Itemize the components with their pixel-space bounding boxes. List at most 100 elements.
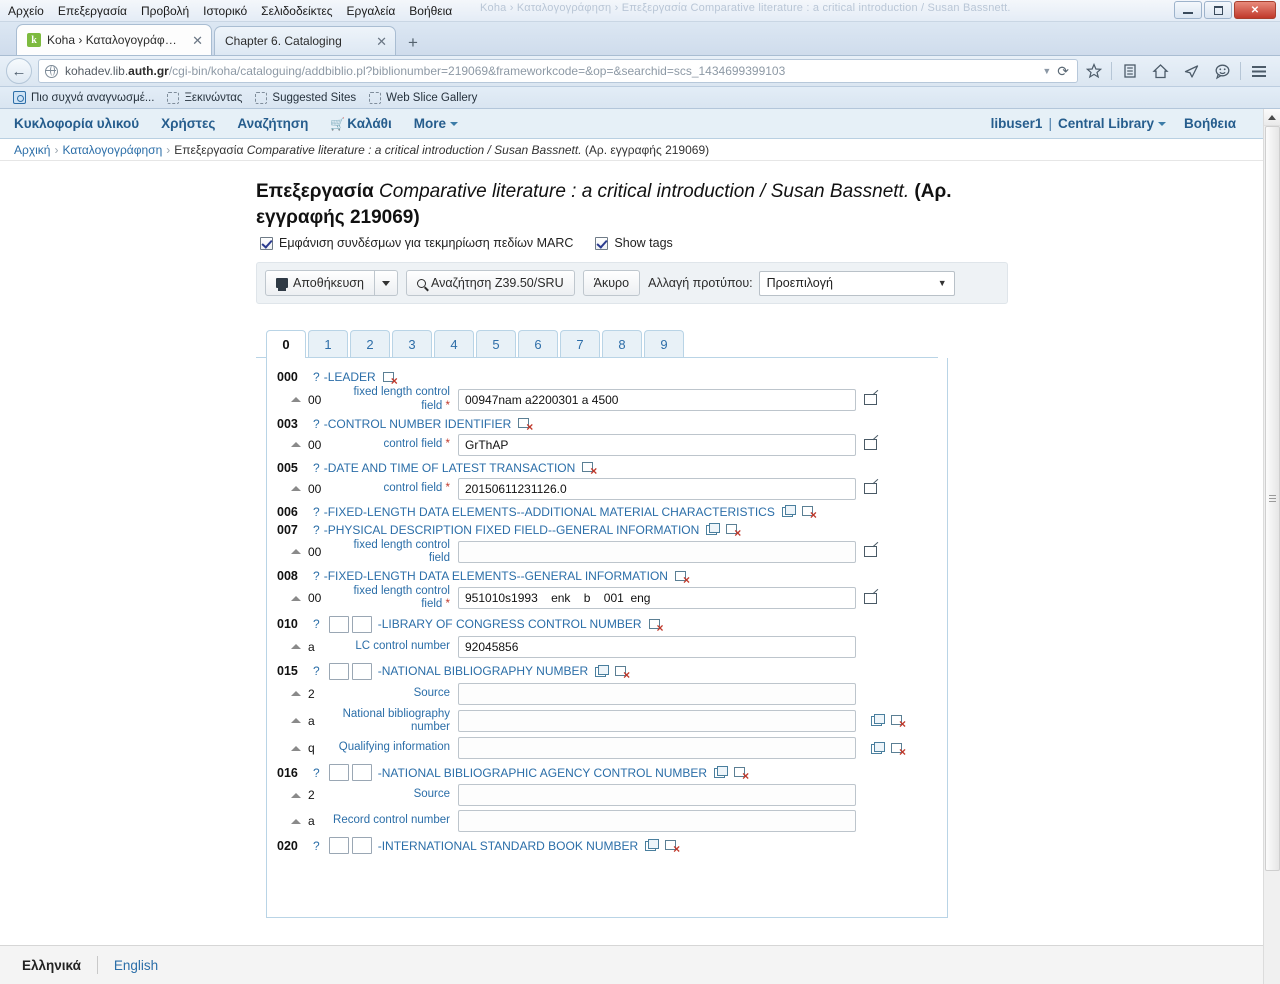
marc-tab-2[interactable]: 2 — [350, 330, 390, 358]
edit-fixed-field-icon[interactable] — [864, 592, 877, 604]
close-icon[interactable]: ✕ — [192, 34, 203, 47]
delete-subfield-icon[interactable] — [891, 742, 906, 758]
marc-help-link[interactable]: ? — [313, 766, 320, 780]
marc-indicator-input[interactable] — [328, 837, 349, 855]
marc-subfield-input[interactable]: 00947nam a2200301 a 4500 — [458, 388, 856, 411]
marc-tab-8[interactable]: 8 — [602, 330, 642, 358]
chevron-down-icon[interactable]: ▼ — [1036, 66, 1057, 76]
bookmark-web-slice-gallery[interactable]: Web Slice Gallery — [364, 91, 482, 105]
marc-tag-description[interactable]: FIXED-LENGTH DATA ELEMENTS--GENERAL INFO… — [328, 569, 668, 583]
nav-search[interactable]: Αναζήτηση — [237, 116, 308, 131]
menu-icon[interactable] — [1243, 58, 1274, 84]
save-button[interactable]: Αποθήκευση — [265, 270, 375, 297]
marc-subfield-input[interactable] — [458, 540, 856, 563]
collapse-triangle-icon[interactable] — [291, 691, 301, 697]
clone-field-icon[interactable] — [645, 839, 660, 852]
collapse-triangle-icon[interactable] — [291, 745, 301, 751]
minimize-button[interactable] — [1174, 1, 1202, 19]
browser-tab-koha[interactable]: k Koha › Καταλογογράφηση ... ✕ — [16, 24, 212, 55]
marc-tag-description[interactable]: CONTROL NUMBER IDENTIFIER — [328, 417, 512, 431]
menu-file[interactable]: Αρχείο — [8, 4, 44, 18]
nav-circulation[interactable]: Κυκλοφορία υλικού — [14, 116, 139, 131]
collapse-triangle-icon[interactable] — [291, 718, 301, 724]
marc-tag-description[interactable]: NATIONAL BIBLIOGRAPHY NUMBER — [382, 664, 589, 678]
marc-subfield-input[interactable]: 20150611231126.0 — [458, 477, 856, 500]
collapse-triangle-icon[interactable] — [291, 792, 301, 798]
marc-subfield-input[interactable] — [458, 682, 856, 705]
marc-help-link[interactable]: ? — [313, 505, 320, 519]
edit-fixed-field-icon[interactable] — [864, 483, 877, 495]
clone-subfield-icon[interactable] — [871, 714, 885, 727]
z3950-search-button[interactable]: Αναζήτηση Z39.50/SRU — [405, 270, 575, 297]
breadcrumb-home[interactable]: Αρχική — [14, 143, 50, 157]
menu-history[interactable]: Ιστορικό — [203, 4, 247, 18]
nav-library[interactable]: Central Library — [1058, 116, 1166, 131]
menu-tools[interactable]: Εργαλεία — [347, 4, 396, 18]
collapse-triangle-icon[interactable] — [291, 818, 301, 824]
edit-fixed-field-icon[interactable] — [864, 546, 877, 558]
nav-patrons[interactable]: Χρήστες — [161, 116, 215, 131]
reader-icon[interactable] — [1114, 58, 1145, 84]
window-controls[interactable]: ✕ — [1174, 1, 1276, 19]
home-icon[interactable] — [1145, 58, 1176, 84]
marc-help-link[interactable]: ? — [313, 617, 320, 631]
collapse-triangle-icon[interactable] — [291, 397, 301, 402]
star-icon[interactable] — [1078, 58, 1109, 84]
bookmark-most-visited[interactable]: Πιο συχνά αναγνωσμέ... — [8, 90, 159, 105]
nav-help[interactable]: Βοήθεια — [1184, 116, 1236, 131]
close-icon[interactable]: ✕ — [376, 35, 387, 48]
marc-tab-0[interactable]: 0 — [266, 330, 306, 359]
menu-help[interactable]: Βοήθεια — [409, 4, 452, 18]
maximize-button[interactable] — [1204, 1, 1232, 19]
menu-edit[interactable]: Επεξεργασία — [58, 4, 127, 18]
marc-subfield-input[interactable]: 92045856 — [458, 635, 856, 658]
page-scrollbar[interactable] — [1263, 109, 1280, 984]
bookmark-getting-started[interactable]: Ξεκινώντας — [162, 91, 247, 105]
send-icon[interactable] — [1176, 58, 1207, 84]
chat-icon[interactable] — [1207, 58, 1238, 84]
collapse-triangle-icon[interactable] — [291, 486, 301, 492]
delete-field-icon[interactable] — [382, 371, 398, 387]
marc-indicator-input[interactable] — [351, 615, 372, 633]
marc-subfield-input[interactable] — [458, 810, 856, 833]
menu-bookmarks[interactable]: Σελιδοδείκτες — [261, 4, 332, 18]
delete-field-icon[interactable] — [518, 418, 533, 433]
collapse-triangle-icon[interactable] — [291, 442, 301, 448]
marc-tab-4[interactable]: 4 — [434, 330, 474, 358]
marc-tab-6[interactable]: 6 — [518, 330, 558, 358]
marc-subfield-input[interactable] — [458, 737, 856, 760]
delete-field-icon[interactable] — [615, 665, 630, 681]
marc-tab-5[interactable]: 5 — [476, 330, 516, 358]
language-english[interactable]: English — [98, 958, 158, 973]
marc-tag-description[interactable]: FIXED-LENGTH DATA ELEMENTS--ADDITIONAL M… — [328, 505, 775, 519]
nav-username[interactable]: libuser1 — [991, 116, 1043, 131]
marc-subfield-input[interactable]: 951010s1993 enk b 001 eng — [458, 587, 856, 610]
delete-field-icon[interactable] — [648, 618, 664, 634]
back-arrow-icon[interactable]: ← — [6, 58, 32, 84]
checkbox-show-tags[interactable] — [595, 236, 609, 250]
marc-indicator-input[interactable] — [328, 764, 349, 782]
marc-tag-description[interactable]: PHYSICAL DESCRIPTION FIXED FIELD--GENERA… — [328, 523, 700, 537]
clone-field-icon[interactable] — [714, 766, 729, 779]
marc-tab-1[interactable]: 1 — [308, 330, 348, 358]
marc-help-link[interactable]: ? — [313, 461, 320, 475]
marc-tag-description[interactable]: INTERNATIONAL STANDARD BOOK NUMBER — [382, 839, 638, 853]
application-menubar[interactable]: Αρχείο Επεξεργασία Προβολή Ιστορικό Σελι… — [0, 4, 452, 18]
delete-field-icon[interactable] — [734, 767, 749, 782]
address-bar[interactable]: kohadev.lib.auth.gr/cgi-bin/koha/catalog… — [38, 59, 1078, 83]
marc-tab-9[interactable]: 9 — [644, 330, 684, 358]
marc-tag-description[interactable]: DATE AND TIME OF LATEST TRANSACTION — [328, 461, 576, 475]
edit-fixed-field-icon[interactable] — [864, 394, 877, 405]
breadcrumb-cataloging[interactable]: Καταλογογράφηση — [62, 143, 162, 157]
delete-field-icon[interactable] — [582, 462, 597, 477]
marc-help-link[interactable]: ? — [313, 569, 320, 583]
delete-field-icon[interactable] — [665, 840, 680, 855]
clone-field-icon[interactable] — [595, 664, 610, 677]
marc-tag-description[interactable]: LIBRARY OF CONGRESS CONTROL NUMBER — [382, 617, 642, 631]
cancel-button[interactable]: Άκυρο — [582, 270, 641, 297]
clone-subfield-icon[interactable] — [871, 741, 885, 754]
framework-select[interactable]: Προεπιλογή ▼ — [758, 270, 955, 296]
new-tab-button[interactable]: + — [398, 34, 428, 55]
marc-indicator-input[interactable] — [351, 764, 372, 782]
marc-subfield-input[interactable]: GrThAP — [458, 433, 856, 456]
